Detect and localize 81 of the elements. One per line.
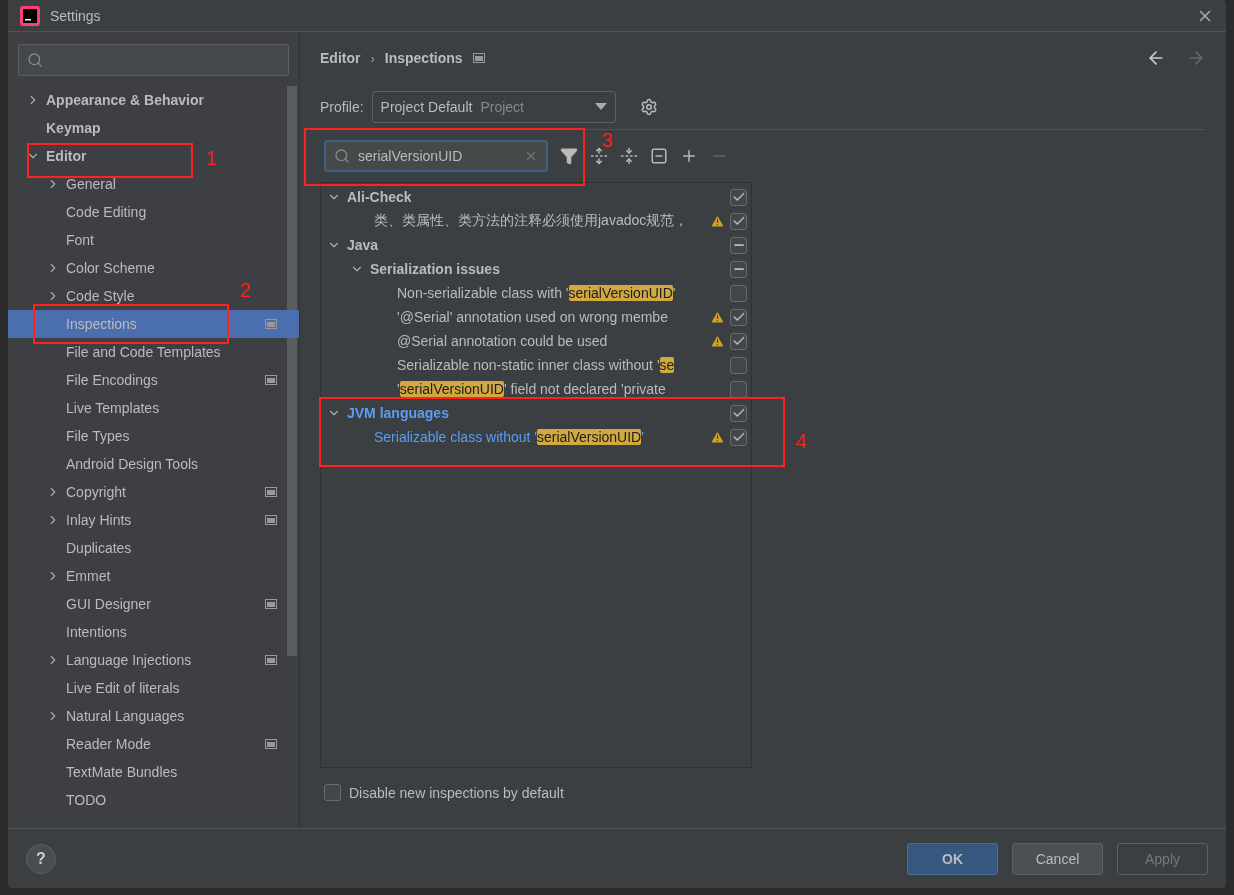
check-icon — [731, 190, 746, 204]
sidebar-item[interactable]: Live Edit of literals — [8, 674, 186, 702]
collapse-all-icon[interactable] — [620, 147, 638, 165]
dialog-button[interactable]: OK — [907, 842, 998, 875]
checkbox[interactable] — [730, 332, 747, 350]
check-icon — [731, 406, 746, 420]
sidebar-item[interactable]: GUI Designer — [8, 590, 287, 618]
sidebar-item[interactable]: TextMate Bundles — [8, 758, 184, 786]
sidebar-item[interactable]: Language Injections — [8, 646, 287, 674]
inspection-name[interactable]: '@Serial' annotation used on wrong membe — [397, 309, 704, 325]
inspection-name[interactable]: 类、类属性、类方法的注释必须使用javadoc规范， — [374, 212, 704, 230]
checkbox[interactable] — [324, 784, 341, 801]
check-icon — [731, 430, 746, 444]
checkbox[interactable] — [730, 284, 747, 302]
expand-all-icon[interactable] — [590, 147, 608, 165]
sidebar-item[interactable]: Copyright — [8, 478, 287, 506]
reset-icon[interactable] — [650, 147, 668, 165]
sidebar-item[interactable]: Intentions — [8, 618, 133, 646]
inspection-name[interactable]: @Serial annotation could be used — [397, 333, 704, 349]
inspection-name[interactable]: Serializable non-static inner class without 'se — [397, 357, 704, 373]
inspection-group[interactable]: Serialization issues — [370, 261, 704, 277]
checkbox[interactable] — [730, 236, 747, 254]
inspection-name[interactable]: Non-serializable class with 'serialVersionUID' — [397, 285, 704, 301]
sidebar-item[interactable]: Live Templates — [8, 394, 166, 422]
check-icon — [731, 334, 746, 348]
sidebar-item[interactable]: TODO — [8, 786, 113, 814]
annotation-number: 2 — [240, 280, 252, 300]
sidebar-item[interactable]: Code Style — [8, 282, 141, 310]
sidebar-item[interactable]: Duplicates — [8, 534, 138, 562]
checkbox[interactable] — [730, 356, 747, 374]
sidebar-item[interactable]: Android Design Tools — [8, 450, 205, 478]
filter-search-field[interactable]: serialVersionUID — [324, 140, 548, 172]
checkbox[interactable] — [730, 428, 747, 446]
dialog-button[interactable]: Cancel — [1012, 842, 1103, 875]
checkbox[interactable] — [730, 260, 747, 278]
breadcrumb: Inspections — [384, 50, 463, 66]
add-icon[interactable] — [680, 147, 698, 165]
help-button[interactable]: ? — [26, 843, 56, 874]
search-icon — [334, 148, 350, 164]
search-icon — [27, 52, 43, 68]
sidebar-item[interactable]: Code Editing — [8, 198, 153, 226]
profile-label: Profile: — [320, 98, 364, 115]
sidebar-item[interactable]: Editor — [8, 142, 93, 170]
inspection-name[interactable]: 'serialVersionUID' field not declared 'private — [397, 381, 704, 397]
check-icon — [731, 214, 746, 228]
settings-icon[interactable] — [639, 97, 658, 116]
app-logo-icon — [20, 5, 40, 26]
dropdown-caret-icon — [594, 103, 607, 110]
scrollbar[interactable] — [287, 86, 297, 656]
checkbox[interactable] — [730, 308, 747, 326]
breadcrumb-separator: › — [370, 50, 375, 66]
sidebar-item[interactable]: General — [8, 170, 122, 198]
sidebar-item[interactable]: Color Scheme — [8, 254, 161, 282]
annotation-number: 1 — [206, 148, 218, 168]
sidebar-item[interactable]: Inlay Hints — [8, 506, 287, 534]
project-scope-icon — [472, 53, 485, 63]
window-title: Settings — [50, 7, 102, 24]
filter-icon[interactable] — [560, 147, 578, 165]
checkbox[interactable] — [730, 212, 747, 230]
sidebar-item[interactable]: Font — [8, 226, 100, 254]
sidebar-item[interactable]: File Types — [8, 422, 136, 450]
checkbox[interactable] — [730, 404, 747, 422]
search-field[interactable] — [18, 44, 289, 76]
sidebar-item[interactable]: Reader Mode — [8, 730, 287, 758]
sidebar-item[interactable]: Appearance & Behavior — [8, 86, 210, 114]
sidebar-item[interactable]: Natural Languages — [8, 702, 191, 730]
sidebar-item[interactable]: File and Code Templates — [8, 338, 227, 366]
check-icon — [731, 310, 746, 324]
sidebar-item[interactable]: Keymap — [8, 114, 107, 142]
annotation-number: 4 — [796, 431, 808, 451]
profile-dropdown[interactable]: Project Default Project — [371, 90, 616, 123]
checkbox[interactable] — [730, 188, 747, 206]
annotation-number: 3 — [602, 130, 614, 150]
sidebar-item[interactable]: File Encodings — [8, 366, 287, 394]
inspection-group[interactable]: Java — [347, 237, 704, 253]
sidebar-item[interactable]: Emmet — [8, 562, 117, 590]
inspection-group[interactable]: JVM languages — [347, 405, 704, 421]
checkbox[interactable] — [730, 380, 747, 398]
breadcrumb: Editor — [320, 50, 361, 66]
inspection-group[interactable]: Ali-Check — [347, 189, 704, 205]
checkbox-label: Disable new inspections by default — [349, 784, 564, 801]
